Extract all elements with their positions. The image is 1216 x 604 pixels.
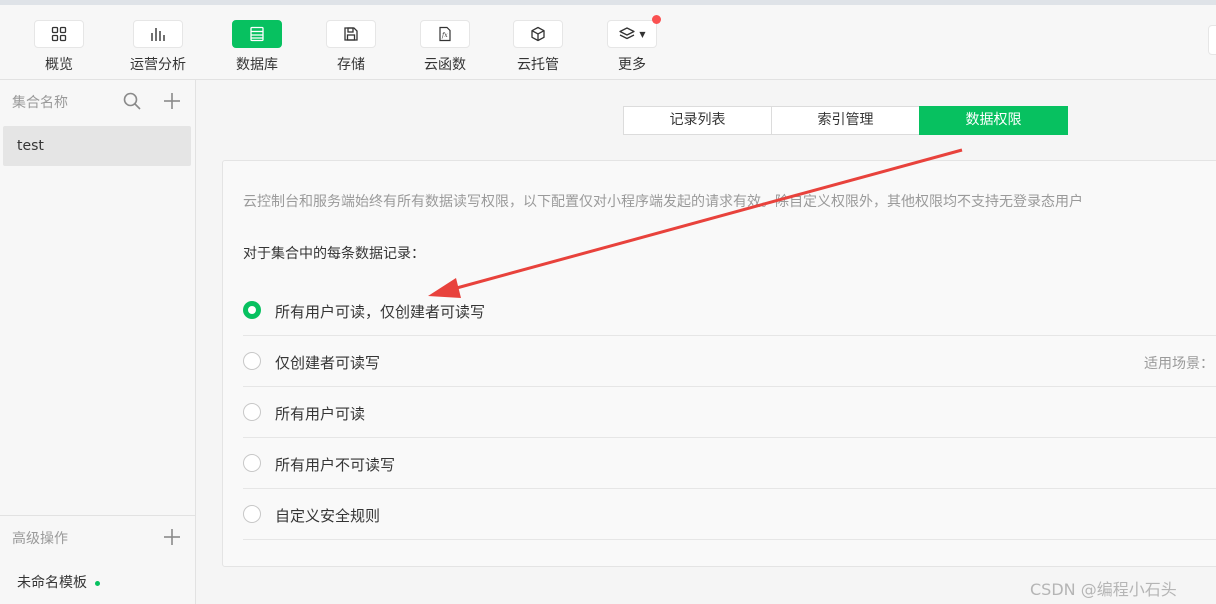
tab-records[interactable]: 记录列表 — [623, 106, 772, 135]
option-label: 仅创建者可读写 — [275, 354, 381, 372]
radio[interactable] — [243, 403, 261, 421]
option-label: 所有用户可读 — [275, 405, 366, 423]
grid-icon — [34, 20, 84, 48]
radio-selected[interactable] — [243, 301, 261, 319]
advanced-title: 高级操作 — [12, 531, 68, 547]
option-label: 所有用户不可读写 — [275, 456, 396, 474]
watermark: CSDN @编程小石头 — [1030, 580, 1177, 599]
status-dot — [95, 580, 100, 586]
radio[interactable] — [243, 454, 261, 472]
permissions-notice: 云控制台和服务端始终有所有数据读写权限，以下配置仅对小程序端发起的请求有效。除自… — [243, 194, 1083, 210]
toolbar: 概览 运营分析 数据库 存储 fx 云函数 云托管 ▼ 更多 — [0, 5, 1216, 80]
toolbar-label: 运营分析 — [130, 57, 186, 73]
toolbar-label: 更多 — [618, 57, 646, 73]
layers-icon: ▼ — [607, 15, 661, 48]
save-icon — [326, 20, 376, 48]
tab-indexes[interactable]: 索引管理 — [771, 106, 920, 135]
add-template-icon[interactable] — [162, 527, 182, 547]
option-label: 自定义安全规则 — [275, 507, 381, 525]
database-icon — [232, 20, 282, 48]
notification-dot — [652, 15, 661, 24]
permission-option-all-read[interactable]: 所有用户可读 — [243, 388, 1216, 438]
toolbar-label: 概览 — [45, 57, 73, 73]
toolbar-database[interactable]: 数据库 — [212, 20, 302, 76]
toolbar-label: 云托管 — [517, 57, 559, 73]
toolbar-label: 存储 — [337, 57, 365, 73]
chevron-down-icon: ▼ — [639, 29, 646, 39]
template-item[interactable]: 未命名模板 — [17, 572, 100, 592]
sidebar-divider — [0, 515, 196, 516]
toolbar-overflow-button[interactable] — [1208, 25, 1216, 55]
use-case-label: 适用场景： — [1144, 356, 1214, 372]
function-icon: fx — [420, 20, 470, 48]
tab-bar: 记录列表 索引管理 数据权限 — [623, 106, 1068, 135]
permission-option-creator-only[interactable]: 仅创建者可读写 适用场景： — [243, 337, 1216, 387]
tab-permissions[interactable]: 数据权限 — [919, 106, 1068, 135]
search-icon[interactable] — [122, 91, 142, 111]
option-label: 所有用户可读，仅创建者可读写 — [275, 303, 486, 321]
toolbar-label: 数据库 — [236, 57, 278, 73]
toolbar-cloud-function[interactable]: fx 云函数 — [400, 20, 490, 76]
permission-option-all-read-creator-write[interactable]: 所有用户可读，仅创建者可读写 — [243, 286, 1216, 336]
toolbar-label: 云函数 — [424, 57, 466, 73]
toolbar-more[interactable]: ▼ 更多 — [587, 15, 677, 76]
toolbar-cloud-hosting[interactable]: 云托管 — [493, 20, 583, 76]
template-name: 未命名模板 — [17, 575, 87, 591]
radio[interactable] — [243, 352, 261, 370]
bar-chart-icon — [133, 20, 183, 48]
radio[interactable] — [243, 505, 261, 523]
collections-title: 集合名称 — [12, 95, 68, 111]
toolbar-analytics[interactable]: 运营分析 — [113, 20, 203, 76]
collection-item[interactable]: test — [3, 126, 191, 166]
add-collection-icon[interactable] — [162, 91, 182, 111]
cube-icon — [513, 20, 563, 48]
svg-text:fx: fx — [441, 32, 448, 39]
toolbar-overview[interactable]: 概览 — [14, 20, 104, 76]
permissions-panel: 云控制台和服务端始终有所有数据读写权限，以下配置仅对小程序端发起的请求有效。除自… — [222, 160, 1216, 567]
permission-option-none[interactable]: 所有用户不可读写 — [243, 439, 1216, 489]
toolbar-storage[interactable]: 存储 — [306, 20, 396, 76]
permission-option-custom[interactable]: 自定义安全规则 — [243, 490, 1216, 540]
collection-sidebar: 集合名称 test 高级操作 未命名模板 — [0, 80, 196, 604]
permissions-prompt: 对于集合中的每条数据记录： — [243, 246, 425, 262]
